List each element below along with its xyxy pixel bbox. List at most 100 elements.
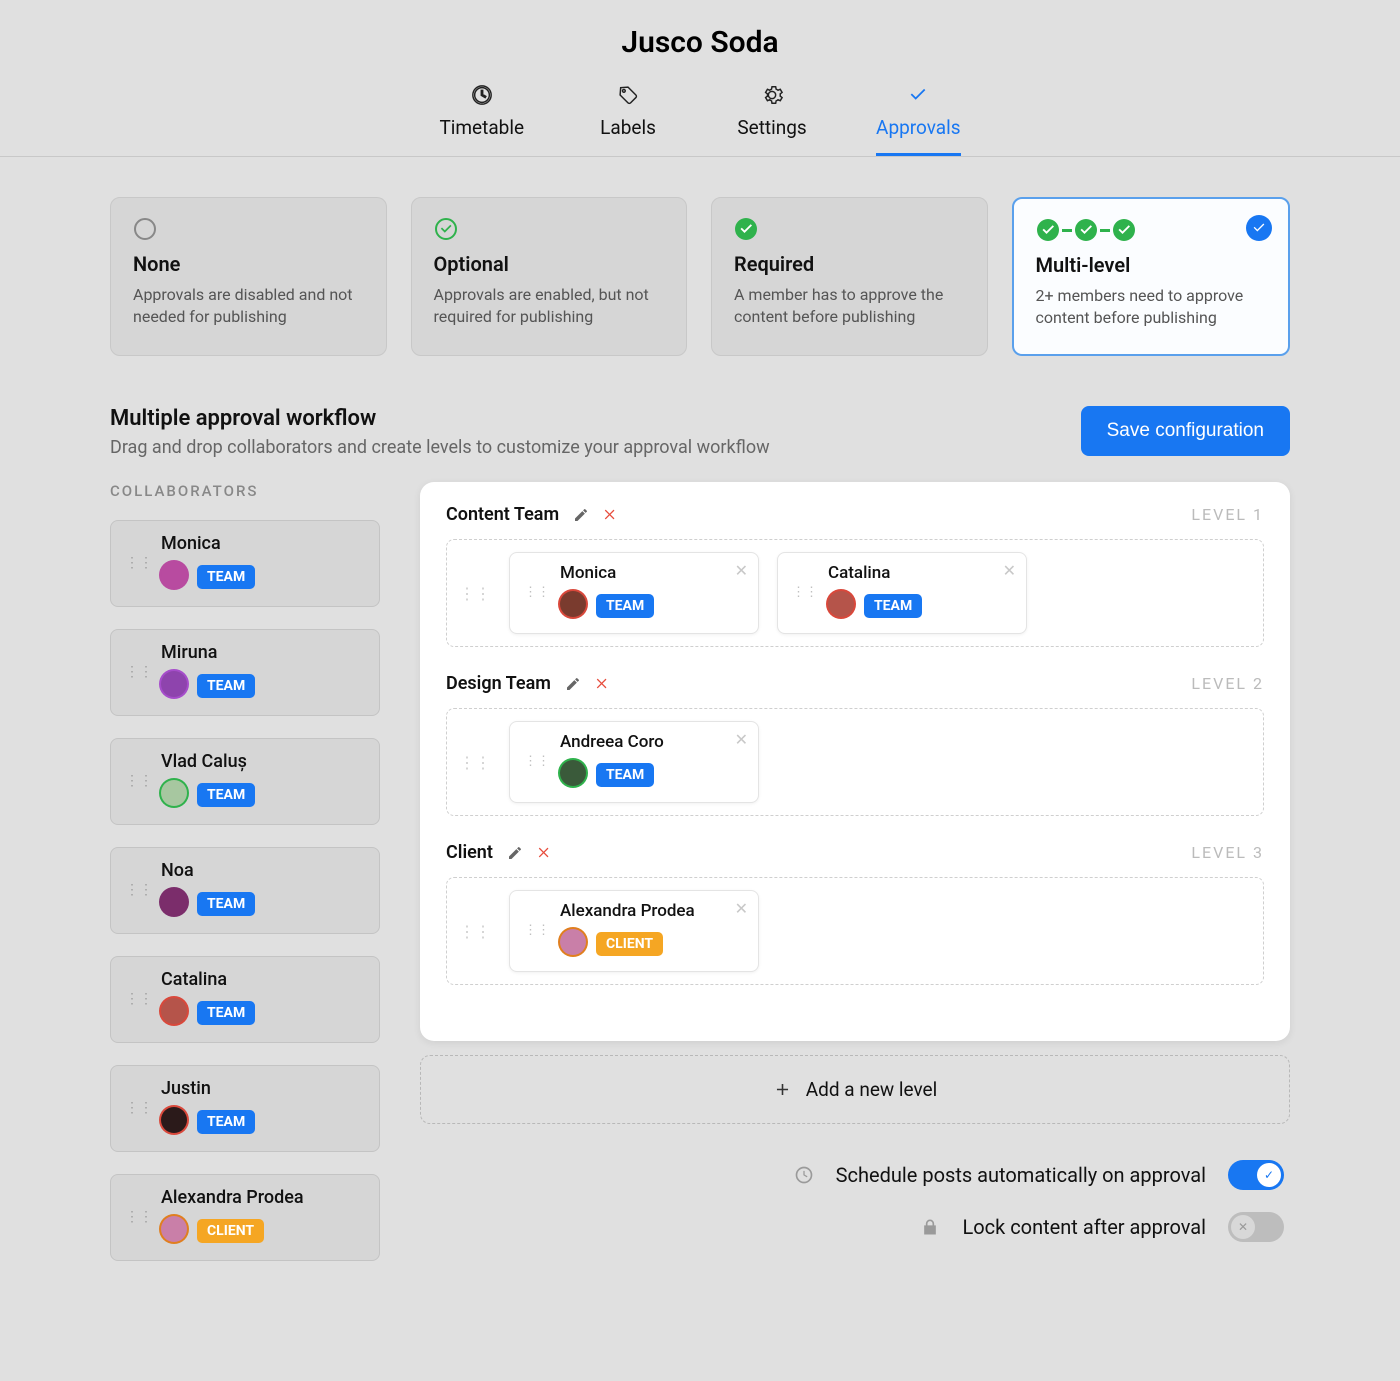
collaborator-name: Monica [161,533,365,554]
collaborator-card[interactable]: ⋮⋮ Vlad Caluș TEAM [110,738,380,825]
level-member-card[interactable]: ⋮⋮ Alexandra Prodea CLIENT ✕ [509,890,759,972]
tab-timetable[interactable]: Timetable [439,84,524,156]
level-name: Content Team [446,504,559,525]
level-tag: LEVEL 2 [1191,674,1264,693]
setting-toggle[interactable]: ✓ [1228,1160,1284,1190]
drag-handle-icon[interactable]: ⋮⋮ [459,753,491,772]
tab-label: Approvals [876,116,961,139]
drag-handle-icon[interactable]: ⋮⋮ [792,586,822,599]
tab-label: Timetable [439,116,524,139]
level-member-card[interactable]: ⋮⋮ Monica TEAM ✕ [509,552,759,634]
avatar [560,929,586,959]
approval-option-multilevel[interactable]: Multi-level 2+ members need to approve c… [1012,197,1291,356]
approval-option-required[interactable]: Required A member has to approve the con… [711,197,988,356]
drag-handle-icon[interactable]: ⋮⋮ [125,774,153,788]
drag-handle-icon[interactable]: ⋮⋮ [125,1101,153,1115]
option-title: None [133,252,364,276]
collaborator-card[interactable]: ⋮⋮ Noa TEAM [110,847,380,934]
workflow-subtitle: Drag and drop collaborators and create l… [110,437,770,458]
level-dropzone[interactable]: ⋮⋮ ⋮⋮ Andreea Coro TEAM ✕ [446,708,1264,816]
check-icon [907,84,929,106]
approval-option-none[interactable]: None Approvals are disabled and not need… [110,197,387,356]
delete-level-icon[interactable] [595,676,610,691]
tab-label: Labels [600,116,656,139]
level-member-card[interactable]: ⋮⋮ Andreea Coro TEAM ✕ [509,721,759,803]
level-dropzone[interactable]: ⋮⋮ ⋮⋮ Alexandra Prodea CLIENT ✕ [446,877,1264,985]
role-chip: TEAM [197,783,255,807]
role-chip: TEAM [596,763,654,787]
level-dropzone[interactable]: ⋮⋮ ⋮⋮ Monica TEAM ✕ ⋮⋮ Catalina TEAM [446,539,1264,647]
drag-handle-icon[interactable]: ⋮⋮ [524,586,554,599]
drag-handle-icon[interactable]: ⋮⋮ [524,924,554,937]
collaborator-card[interactable]: ⋮⋮ Miruna TEAM [110,629,380,716]
role-chip: TEAM [197,565,255,589]
drag-handle-icon[interactable]: ⋮⋮ [125,883,153,897]
edit-level-icon[interactable] [507,845,523,861]
collaborator-card[interactable]: ⋮⋮ Catalina TEAM [110,956,380,1043]
gear-icon [761,84,783,106]
delete-level-icon[interactable] [537,845,552,860]
tab-settings[interactable]: Settings [732,84,812,156]
drag-handle-icon[interactable]: ⋮⋮ [524,755,554,768]
approval-option-cards: None Approvals are disabled and not need… [110,197,1290,356]
approval-level: Client LEVEL 3 ⋮⋮ ⋮⋮ Alexandra Prodea CL… [446,842,1264,985]
edit-level-icon[interactable] [565,676,581,692]
avatar [161,998,187,1028]
avatar [161,780,187,810]
remove-member-icon[interactable]: ✕ [1003,561,1016,580]
delete-level-icon[interactable] [603,507,618,522]
drag-handle-icon[interactable]: ⋮⋮ [125,992,153,1006]
collaborator-card[interactable]: ⋮⋮ Alexandra Prodea CLIENT [110,1174,380,1261]
workflow-title: Multiple approval workflow [110,406,770,431]
setting-toggle[interactable]: ✕ [1228,1212,1284,1242]
option-title: Optional [434,252,665,276]
avatar [161,671,187,701]
collaborator-name: Alexandra Prodea [161,1187,365,1208]
content: None Approvals are disabled and not need… [0,157,1400,1343]
approval-option-optional[interactable]: Optional Approvals are enabled, but not … [411,197,688,356]
setting-label: Lock content after approval [962,1215,1206,1239]
role-chip: TEAM [197,1001,255,1025]
remove-member-icon[interactable]: ✕ [735,561,748,580]
levels-panel: Content Team LEVEL 1 ⋮⋮ ⋮⋮ Monica TEAM ✕… [420,482,1290,1041]
level-tag: LEVEL 1 [1191,505,1264,524]
plus-icon [773,1080,792,1099]
clock-icon [471,84,493,106]
add-level-label: Add a new level [806,1078,938,1101]
option-desc: Approvals are disabled and not needed fo… [133,284,364,327]
collaborator-name: Catalina [161,969,365,990]
clock-icon [794,1165,814,1185]
drag-handle-icon[interactable]: ⋮⋮ [125,665,153,679]
option-icon [133,216,364,242]
tab-approvals[interactable]: Approvals [876,84,961,156]
role-chip: TEAM [197,892,255,916]
member-name: Monica [560,563,744,583]
remove-member-icon[interactable]: ✕ [735,899,748,918]
option-desc: Approvals are enabled, but not required … [434,284,665,327]
settings-rows: Schedule posts automatically on approval… [420,1160,1290,1242]
collaborators-label: COLLABORATORS [110,482,380,500]
role-chip: TEAM [596,594,654,618]
drag-handle-icon[interactable]: ⋮⋮ [125,556,153,570]
header: Jusco Soda Timetable Labels Settings [0,0,1400,157]
avatar [161,1107,187,1137]
tab-labels[interactable]: Labels [588,84,668,156]
drag-handle-icon[interactable]: ⋮⋮ [459,922,491,941]
collaborator-name: Miruna [161,642,365,663]
drag-handle-icon[interactable]: ⋮⋮ [125,1210,153,1224]
avatar [161,889,187,919]
edit-level-icon[interactable] [573,507,589,523]
collaborator-card[interactable]: ⋮⋮ Monica TEAM [110,520,380,607]
drag-handle-icon[interactable]: ⋮⋮ [459,584,491,603]
selected-check-icon [1246,215,1272,241]
collaborator-card[interactable]: ⋮⋮ Justin TEAM [110,1065,380,1152]
toggle-knob: ✕ [1231,1215,1255,1239]
remove-member-icon[interactable]: ✕ [735,730,748,749]
add-level-button[interactable]: Add a new level [420,1055,1290,1124]
level-member-card[interactable]: ⋮⋮ Catalina TEAM ✕ [777,552,1027,634]
save-configuration-button[interactable]: Save configuration [1081,406,1290,456]
option-icon [434,216,665,242]
approval-level: Content Team LEVEL 1 ⋮⋮ ⋮⋮ Monica TEAM ✕… [446,504,1264,647]
collaborators-list: ⋮⋮ Monica TEAM ⋮⋮ Miruna TEAM ⋮⋮ [110,520,380,1261]
role-chip: CLIENT [596,932,663,956]
